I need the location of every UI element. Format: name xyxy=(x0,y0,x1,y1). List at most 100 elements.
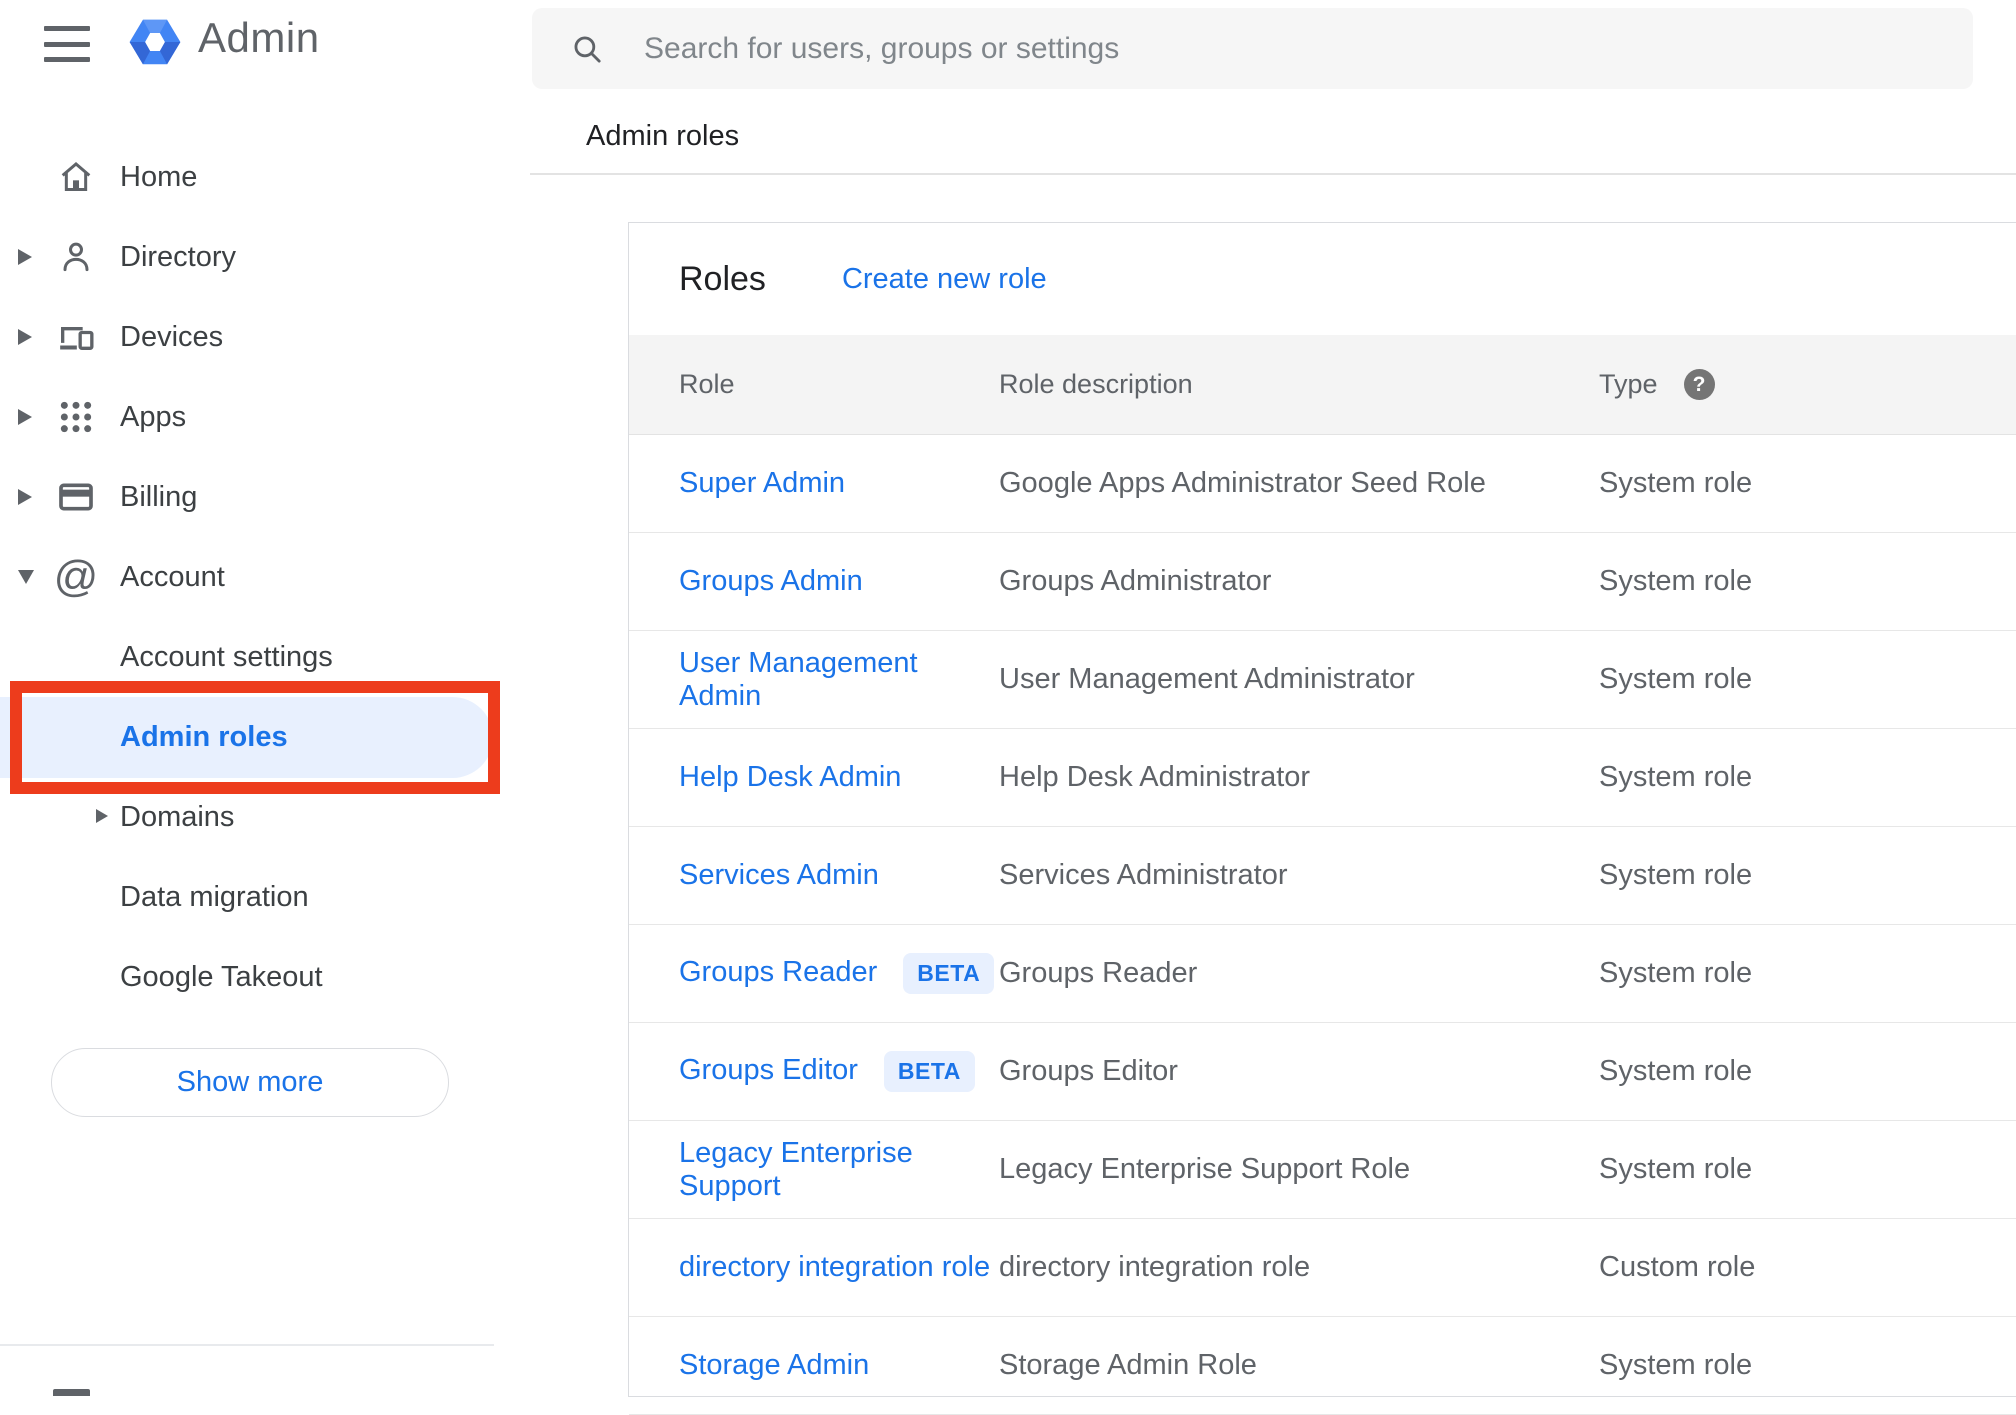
column-header-type-label: Type xyxy=(1599,369,1658,399)
role-description: Legacy Enterprise Support Role xyxy=(999,1153,1411,1185)
roles-table-body: Super Admin Google Apps Administrator See… xyxy=(629,435,2016,1415)
sidebar-item-label: Home xyxy=(120,160,198,193)
sidebar-item-label: Admin roles xyxy=(120,720,288,753)
admin-logo-icon xyxy=(129,19,181,65)
role-link[interactable]: Legacy Enterprise Support xyxy=(679,1137,913,1202)
role-description: Groups Editor xyxy=(999,1055,1178,1087)
role-link[interactable]: Help Desk Admin xyxy=(679,761,901,793)
expand-arrow-icon[interactable] xyxy=(18,217,42,297)
apps-grid-icon xyxy=(56,397,96,437)
table-row: User Management Admin User Management Adm… xyxy=(629,631,2016,729)
search-bar[interactable] xyxy=(532,8,1973,89)
role-type: System role xyxy=(1599,1153,1753,1185)
table-row: Groups Reader BETA Groups Reader System rol… xyxy=(629,925,2016,1023)
expand-arrow-icon[interactable] xyxy=(18,377,42,457)
roles-panel: Roles Create new role Role Role descript… xyxy=(628,222,2016,1415)
role-description: Help Desk Administrator xyxy=(999,761,1311,793)
sidebar-item-label: Billing xyxy=(120,480,198,513)
table-row: Legacy Enterprise Support Legacy Enterpri… xyxy=(629,1121,2016,1219)
person-icon xyxy=(56,237,96,277)
sidebar-item-directory[interactable]: Directory xyxy=(0,217,530,297)
devices-icon xyxy=(56,317,96,357)
role-description: Storage Admin Role xyxy=(999,1349,1257,1381)
brand-header: Admin xyxy=(0,0,530,90)
search-input[interactable] xyxy=(644,8,1973,89)
role-link[interactable]: Storage Admin xyxy=(679,1349,869,1381)
sidebar: Admin Home Directory Devices Apps Billin… xyxy=(0,0,530,1396)
table-row: Super Admin Google Apps Administrator See… xyxy=(629,435,2016,533)
credit-card-icon xyxy=(56,477,96,517)
role-type: System role xyxy=(1599,565,1753,597)
sidebar-item-label: Google Takeout xyxy=(120,960,323,993)
sidebar-item-label: Domains xyxy=(120,800,235,833)
column-header-description: Role description xyxy=(999,369,1193,399)
role-description: Services Administrator xyxy=(999,859,1288,891)
sidebar-item-data-migration[interactable]: Data migration xyxy=(0,857,530,937)
at-icon: @ xyxy=(53,552,99,601)
sidebar-item-home[interactable]: Home xyxy=(0,137,530,217)
table-row: Services Admin Services Administrator Syst… xyxy=(629,827,2016,925)
role-link[interactable]: directory integration role xyxy=(679,1251,990,1283)
home-icon xyxy=(56,157,96,197)
help-icon[interactable]: ? xyxy=(1683,369,1715,400)
role-link[interactable]: Groups Reader xyxy=(679,956,877,988)
expand-arrow-icon[interactable] xyxy=(18,457,42,537)
sidebar-item-google-takeout[interactable]: Google Takeout xyxy=(0,937,530,1017)
sidebar-item-label: Account settings xyxy=(120,640,333,673)
table-row: Groups Editor BETA Groups Editor System rol… xyxy=(629,1023,2016,1121)
content-divider xyxy=(530,173,2016,175)
sidebar-item-admin-roles[interactable]: Admin roles xyxy=(0,697,530,777)
role-link[interactable]: Groups Editor xyxy=(679,1054,858,1086)
sidebar-item-billing[interactable]: Billing xyxy=(0,457,530,537)
beta-badge: BETA xyxy=(883,1051,975,1092)
sidebar-item-label: Account xyxy=(120,560,225,593)
column-header-role: Role xyxy=(679,369,735,399)
panel-title: Roles xyxy=(679,259,766,298)
create-new-role-link[interactable]: Create new role xyxy=(842,263,1047,296)
sidebar-item-label: Devices xyxy=(120,320,224,353)
role-type: System role xyxy=(1599,859,1753,891)
role-type: System role xyxy=(1599,467,1753,499)
sidebar-item-label: Apps xyxy=(120,400,187,433)
sidebar-divider xyxy=(0,1344,494,1346)
partial-icon xyxy=(53,1389,90,1396)
role-link[interactable]: Groups Admin xyxy=(679,565,863,597)
table-row: Groups Admin Groups Administrator System r… xyxy=(629,533,2016,631)
role-type: Custom role xyxy=(1599,1251,1756,1283)
beta-badge: BETA xyxy=(903,953,995,994)
sidebar-item-label: Data migration xyxy=(120,880,309,913)
sidebar-item-label: Directory xyxy=(120,240,237,273)
table-header-row: Role Role description Type ? xyxy=(629,335,2016,435)
show-more-button[interactable]: Show more xyxy=(51,1048,449,1117)
expand-arrow-icon[interactable] xyxy=(96,809,108,823)
sidebar-item-account-settings[interactable]: Account settings xyxy=(0,617,530,697)
sidebar-item-account[interactable]: @ Account xyxy=(0,537,530,617)
table-row: Help Desk Admin Help Desk Administrator Sy… xyxy=(629,729,2016,827)
roles-panel-header: Roles Create new role xyxy=(629,223,2016,335)
role-description: Groups Administrator xyxy=(999,565,1272,597)
role-type: System role xyxy=(1599,761,1753,793)
role-link[interactable]: User Management Admin xyxy=(679,647,918,712)
table-row: directory integration role directory inte… xyxy=(629,1219,2016,1317)
sidebar-item-domains[interactable]: Domains xyxy=(0,777,530,857)
role-type: System role xyxy=(1599,957,1753,989)
hamburger-menu-icon[interactable] xyxy=(44,26,92,62)
sidebar-item-devices[interactable]: Devices xyxy=(0,297,530,377)
role-link[interactable]: Services Admin xyxy=(679,859,879,891)
column-header-type: Type ? xyxy=(1599,369,2016,400)
role-description: Groups Reader xyxy=(999,957,1198,989)
role-type: System role xyxy=(1599,663,1753,695)
role-description: Google Apps Administrator Seed Role xyxy=(999,467,1486,499)
role-description: User Management Administrator xyxy=(999,663,1415,695)
role-description: directory integration role xyxy=(999,1251,1311,1283)
role-type: System role xyxy=(1599,1055,1753,1087)
app-title: Admin xyxy=(198,14,320,61)
role-link[interactable]: Super Admin xyxy=(679,467,845,499)
table-row: Storage Admin Storage Admin Role System ro… xyxy=(629,1317,2016,1415)
collapse-arrow-icon[interactable] xyxy=(18,537,42,617)
sidebar-item-apps[interactable]: Apps xyxy=(0,377,530,457)
breadcrumb: Admin roles xyxy=(586,120,740,152)
search-icon xyxy=(570,32,604,66)
role-type: System role xyxy=(1599,1349,1753,1381)
expand-arrow-icon[interactable] xyxy=(18,297,42,377)
